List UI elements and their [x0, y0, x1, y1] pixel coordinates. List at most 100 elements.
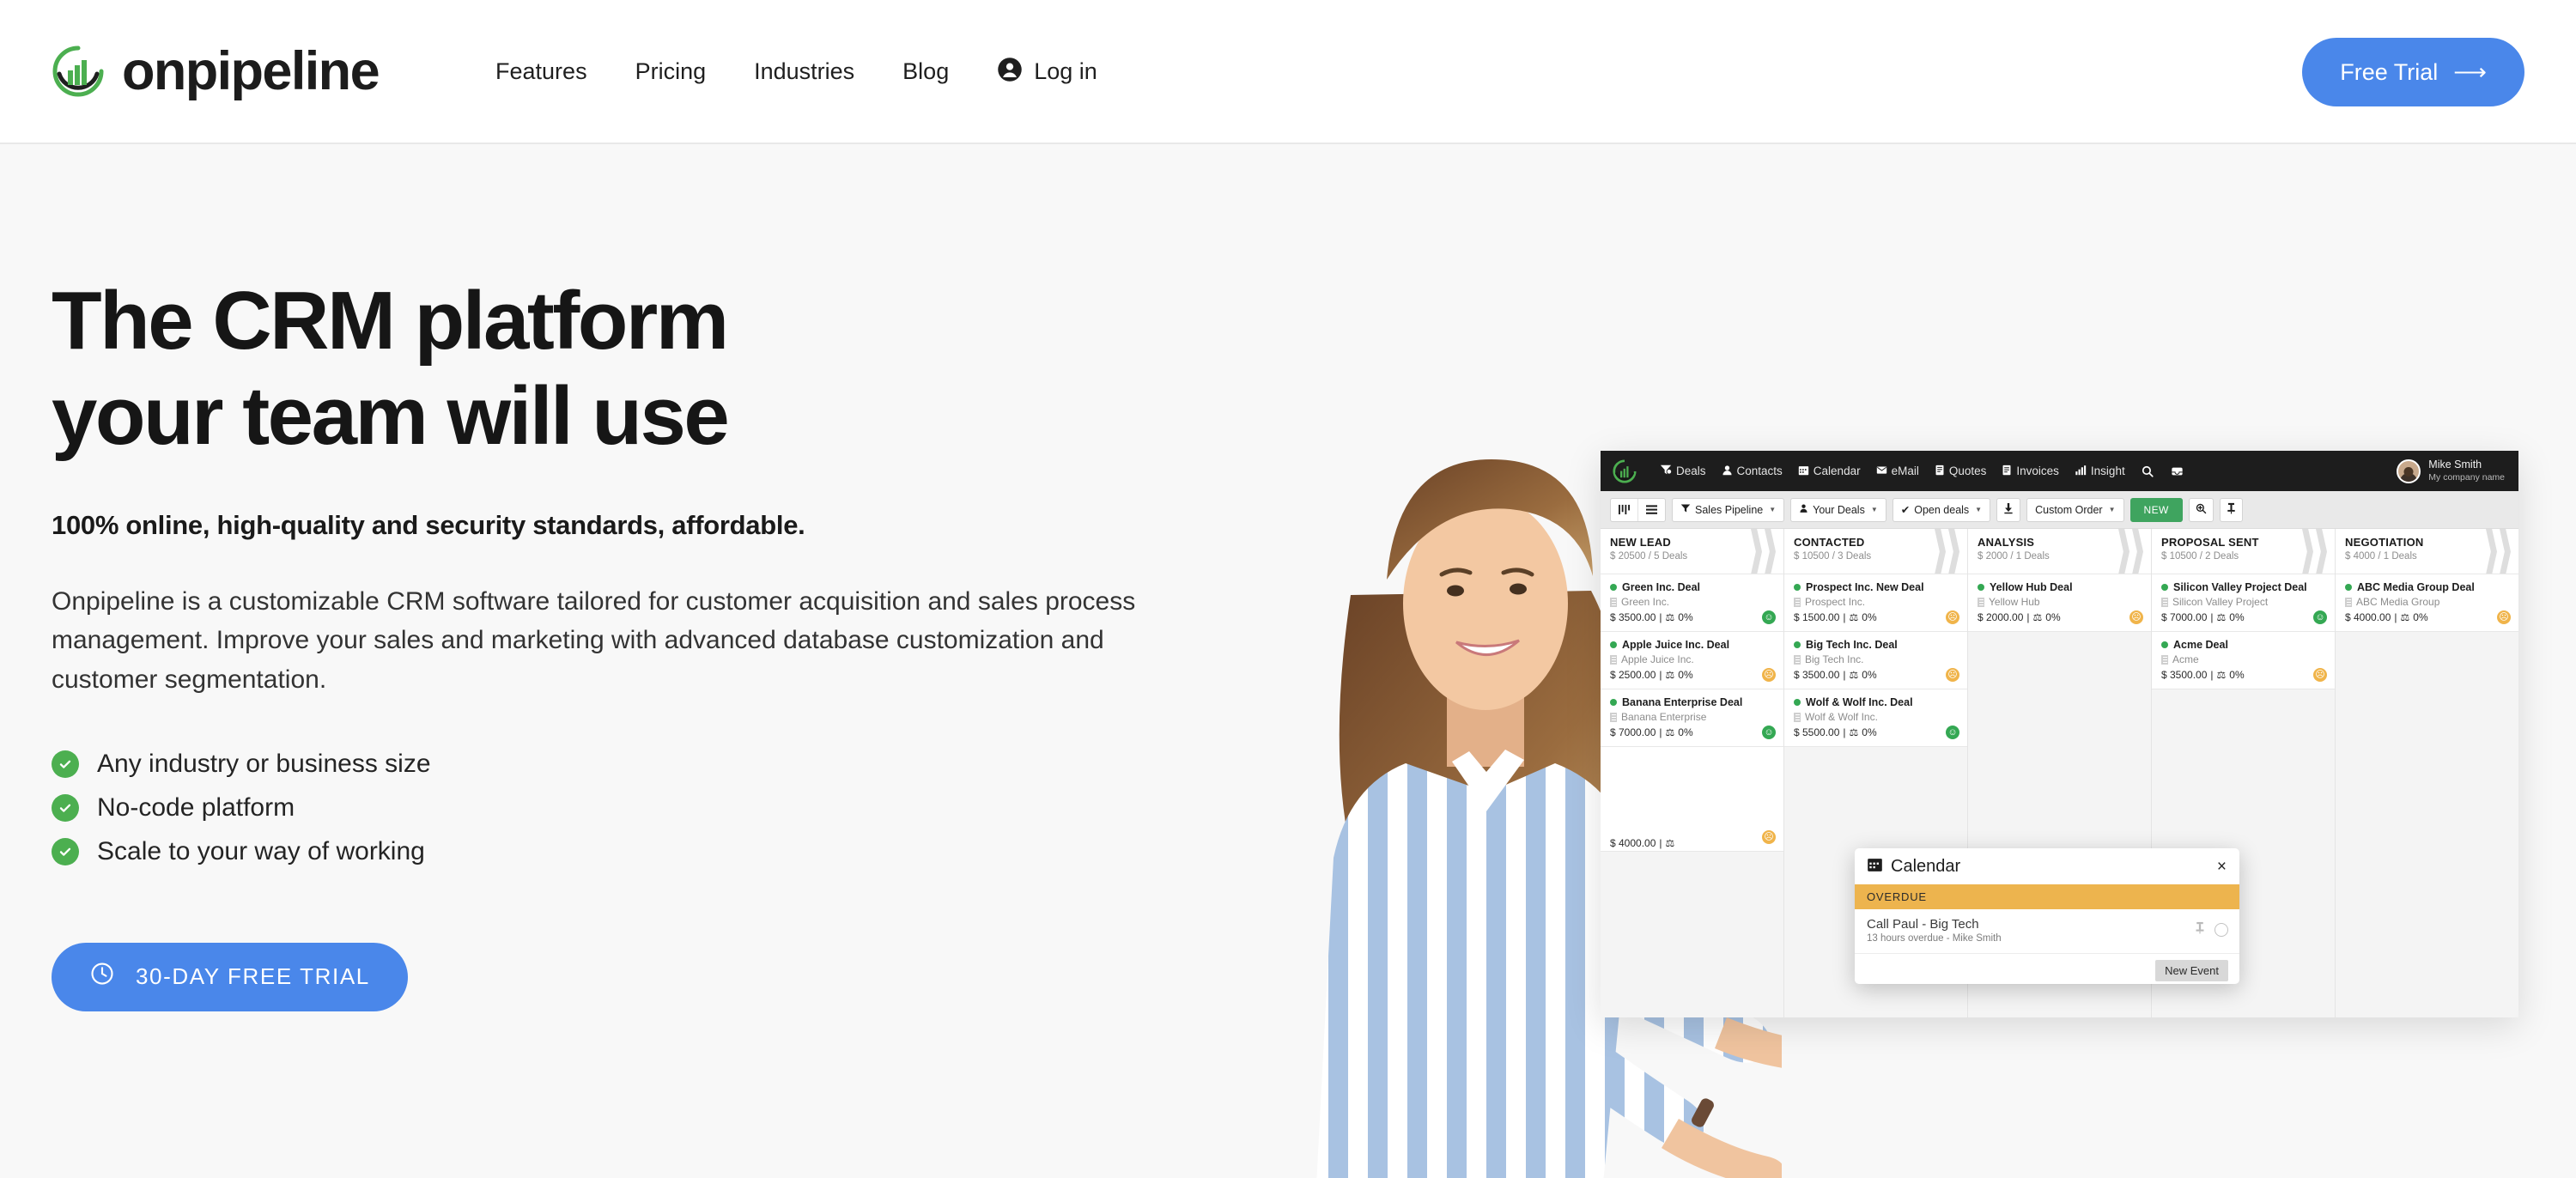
- free-trial-cta-button[interactable]: 30-DAY FREE TRIAL: [52, 942, 408, 1011]
- nav-item-blog[interactable]: Blog: [878, 58, 973, 85]
- brand-logo[interactable]: onpipeline: [52, 40, 380, 102]
- new-deal-button[interactable]: NEW: [2129, 497, 2183, 522]
- deal-prob: 0%: [1862, 611, 1877, 623]
- download-button[interactable]: [1996, 497, 2021, 522]
- pin-icon[interactable]: [2195, 921, 2205, 938]
- free-trial-button[interactable]: Free Trial ⟶: [2302, 38, 2524, 106]
- crm-nav-label: Invoices: [2016, 465, 2059, 477]
- page-title: The CRM platform your team will use: [52, 273, 1185, 465]
- zoom-search-button[interactable]: [2188, 497, 2214, 522]
- chevron-arrow-icon: [1751, 529, 1783, 574]
- deal-org: Green Inc.: [1621, 596, 1670, 608]
- crm-nav-label: Contacts: [1736, 465, 1783, 477]
- order-select[interactable]: Custom Order ▼: [2026, 497, 2124, 522]
- stage-title: CONTACTED: [1794, 536, 1865, 549]
- status-dot: [1610, 699, 1617, 706]
- calendar-popup-header: Calendar ×: [1855, 848, 2239, 884]
- crm-nav-contacts[interactable]: Contacts: [1714, 465, 1790, 478]
- deal-title: ABC Media Group Deal: [2357, 581, 2475, 593]
- deal-value: $ 3500.00: [1794, 669, 1840, 681]
- kanban-view-icon[interactable]: [1611, 499, 1637, 521]
- calendar-event-row[interactable]: Call Paul - Big Tech 13 hours overdue - …: [1855, 909, 2239, 954]
- calendar-icon: [1798, 465, 1809, 478]
- deal-card[interactable]: Apple Juice Inc. Deal Apple Juice Inc. $…: [1601, 632, 1783, 689]
- owner-select[interactable]: Your Deals ▼: [1790, 497, 1886, 522]
- crm-nav-invoices[interactable]: Invoices: [1994, 465, 2067, 478]
- deal-card[interactable]: Banana Enterprise Deal Banana Enterprise…: [1601, 689, 1783, 747]
- status-dot: [1978, 584, 1984, 591]
- brand-name: onpipeline: [122, 41, 380, 101]
- deal-card[interactable]: Prospect Inc. New Deal Prospect Inc. $ 1…: [1784, 574, 1967, 632]
- stage-summary: $ 4000 / 1 Deals: [2345, 551, 2417, 562]
- deal-prob: 0%: [2413, 611, 2428, 623]
- crm-logo-icon[interactable]: [1613, 458, 1637, 483]
- crm-nav: Deals Contacts Calendar eMail Quotes Inv…: [1652, 464, 2192, 478]
- complete-toggle[interactable]: [2215, 923, 2228, 937]
- mood-face-icon: ☹: [2129, 610, 2143, 624]
- list-view-icon[interactable]: [1637, 498, 1665, 521]
- chevron-arrow-icon: [2302, 529, 2335, 574]
- status-select[interactable]: ✔ Open deals ▼: [1892, 497, 1991, 522]
- crm-user-company: My company name: [2428, 471, 2505, 483]
- deal-card[interactable]: Wolf & Wolf Inc. Deal Wolf & Wolf Inc. $…: [1784, 689, 1967, 747]
- scale-icon: ⚖: [2032, 611, 2043, 623]
- mood-face-icon: ☹: [2497, 610, 2511, 624]
- stage-header: NEW LEAD $ 20500 / 5 Deals: [1601, 529, 1783, 574]
- crm-nav-deals[interactable]: Deals: [1652, 464, 1714, 478]
- building-icon: [1610, 654, 1617, 665]
- nav-item-industries[interactable]: Industries: [730, 58, 878, 85]
- bullet-label: Scale to your way of working: [97, 836, 425, 865]
- crm-user-menu[interactable]: Mike Smith My company name: [2397, 451, 2505, 491]
- crm-nav-calendar[interactable]: Calendar: [1790, 465, 1868, 478]
- deal-title: Prospect Inc. New Deal: [1806, 581, 1924, 593]
- mood-face-icon: ☹: [2313, 668, 2327, 682]
- new-event-button[interactable]: New Event: [2155, 960, 2228, 981]
- crm-nav-quotes[interactable]: Quotes: [1927, 465, 1995, 478]
- crm-nav-email[interactable]: eMail: [1868, 465, 1927, 478]
- pipeline-select[interactable]: Sales Pipeline ▼: [1672, 497, 1785, 522]
- crm-nav-label: Deals: [1676, 465, 1706, 477]
- stage-title: NEW LEAD: [1610, 536, 1671, 549]
- scale-icon: ⚖: [2400, 611, 2410, 623]
- owner-select-label: Your Deals: [1813, 503, 1865, 516]
- event-subtitle: 13 hours overdue - Mike Smith: [1867, 933, 2002, 944]
- login-link[interactable]: Log in: [973, 57, 1097, 87]
- nav-item-features[interactable]: Features: [471, 58, 611, 85]
- deal-card[interactable]: Green Inc. Deal Green Inc. $ 3500.00 | ⚖ 0%…: [1601, 574, 1783, 632]
- nav-item-pricing[interactable]: Pricing: [611, 58, 731, 85]
- close-icon[interactable]: ×: [2217, 858, 2227, 877]
- search-icon[interactable]: [2133, 465, 2162, 477]
- scale-icon: ⚖: [1849, 669, 1859, 681]
- deal-prob: 0%: [2045, 611, 2061, 623]
- deal-card[interactable]: Yellow Hub Deal Yellow Hub $ 2000.00 | ⚖ 0%…: [1968, 574, 2151, 632]
- pin-icon: [2227, 502, 2236, 517]
- pipeline-stage-negotiation: NEGOTIATION $ 4000 / 1 Deals ABC Media G…: [2336, 529, 2518, 1017]
- stage-header: CONTACTED $ 10500 / 3 Deals: [1784, 529, 1967, 574]
- deal-card[interactable]: Big Tech Inc. Deal Big Tech Inc. $ 3500.…: [1784, 632, 1967, 689]
- chevron-arrow-icon: [1935, 529, 1967, 574]
- deal-value: $ 2500.00: [1610, 669, 1656, 681]
- scale-icon: ⚖: [1849, 611, 1859, 623]
- person-icon: [1799, 503, 1808, 516]
- check-circle-icon: [52, 750, 79, 778]
- crm-nav-insight[interactable]: Insight: [2067, 465, 2133, 478]
- deal-value: $ 4000.00: [1610, 837, 1656, 849]
- check-circle-icon: [52, 837, 79, 865]
- pin-button[interactable]: [2219, 497, 2243, 522]
- pipeline-stage-new-lead: NEW LEAD $ 20500 / 5 Deals Green Inc. De…: [1601, 529, 1784, 1017]
- deal-card[interactable]: Acme Deal Acme $ 3500.00 | ⚖ 0% ☹: [2152, 632, 2335, 689]
- scale-icon: ⚖: [1849, 726, 1859, 738]
- deal-card[interactable]: Silicon Valley Project Deal Silicon Vall…: [2152, 574, 2335, 632]
- deal-org: Prospect Inc.: [1805, 596, 1866, 608]
- stage-summary: $ 10500 / 3 Deals: [1794, 551, 1872, 562]
- overdue-badge: OVERDUE: [1855, 884, 2239, 909]
- deal-org: Banana Enterprise: [1621, 711, 1707, 723]
- deal-card[interactable]: $ 4000.00 | ⚖ ☹: [1601, 747, 1783, 852]
- scale-icon: ⚖: [1665, 669, 1675, 681]
- deal-card[interactable]: ABC Media Group Deal ABC Media Group $ 4…: [2336, 574, 2518, 632]
- inbox-icon[interactable]: [2162, 465, 2192, 477]
- deal-org: Wolf & Wolf Inc.: [1805, 711, 1878, 723]
- chevron-down-icon: ▼: [2108, 506, 2116, 513]
- deal-prob: 0%: [1678, 611, 1693, 623]
- stage-header: NEGOTIATION $ 4000 / 1 Deals: [2336, 529, 2518, 574]
